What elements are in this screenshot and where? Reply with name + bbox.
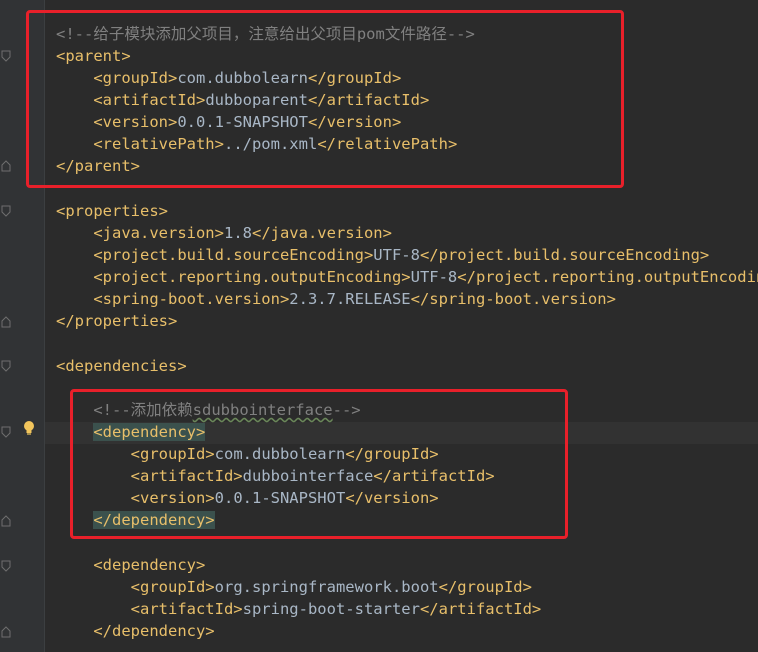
xml-tag: <project.reporting.outputEncoding> xyxy=(93,268,411,286)
xml-value: UTF-8 xyxy=(373,246,420,264)
annotation-box-parent xyxy=(26,10,624,188)
xml-tag: </properties> xyxy=(56,312,178,330)
xml-tag: <java.version> xyxy=(93,224,224,242)
xml-tag: <dependency> xyxy=(93,556,206,574)
code-line[interactable]: <dependency> xyxy=(56,554,205,576)
code-line[interactable]: <dependencies> xyxy=(56,355,187,377)
code-line[interactable]: <project.build.sourceEncoding>UTF-8</pro… xyxy=(56,244,709,266)
code-editor[interactable]: <!--给子模块添加父项目，注意给出父项目pom文件路径--> <parent>… xyxy=(0,0,758,652)
code-line[interactable]: </dependency> xyxy=(56,620,215,642)
code-line[interactable]: <properties> xyxy=(56,200,168,222)
xml-value: org.springframework.boot xyxy=(214,578,439,596)
xml-tag: <spring-boot.version> xyxy=(93,290,290,308)
xml-tag: <groupId> xyxy=(130,578,215,596)
xml-tag: <artifactId> xyxy=(130,600,243,618)
code-line[interactable]: <spring-boot.version>2.3.7.RELEASE</spri… xyxy=(56,288,616,310)
xml-value: UTF-8 xyxy=(410,268,458,286)
xml-tag: <properties> xyxy=(56,202,168,220)
code-line[interactable]: <groupId>org.springframework.boot</group… xyxy=(56,576,532,598)
xml-value: spring-boot-starter xyxy=(242,600,420,618)
code-line[interactable]: </properties> xyxy=(56,310,177,332)
code-line[interactable]: <java.version>1.8</java.version> xyxy=(56,222,392,244)
xml-tag: </dependency> xyxy=(93,622,215,640)
xml-tag: </java.version> xyxy=(251,224,392,242)
xml-value: 1.8 xyxy=(223,224,252,242)
code-line[interactable]: <artifactId>spring-boot-starter</artifac… xyxy=(56,598,542,620)
annotation-box-dependency xyxy=(70,389,568,539)
xml-tag: </project.build.sourceEncoding> xyxy=(419,246,710,264)
xml-tag: </spring-boot.version> xyxy=(410,290,616,308)
xml-value: 2.3.7.RELEASE xyxy=(289,290,411,308)
xml-tag: </groupId> xyxy=(438,578,532,596)
xml-tag: </project.reporting.outputEncoding> xyxy=(457,268,758,286)
xml-tag: <project.build.sourceEncoding> xyxy=(93,246,374,264)
xml-tag: </artifactId> xyxy=(419,600,542,618)
code-line[interactable]: <project.reporting.outputEncoding>UTF-8<… xyxy=(56,266,758,288)
xml-tag: <dependencies> xyxy=(56,357,187,375)
